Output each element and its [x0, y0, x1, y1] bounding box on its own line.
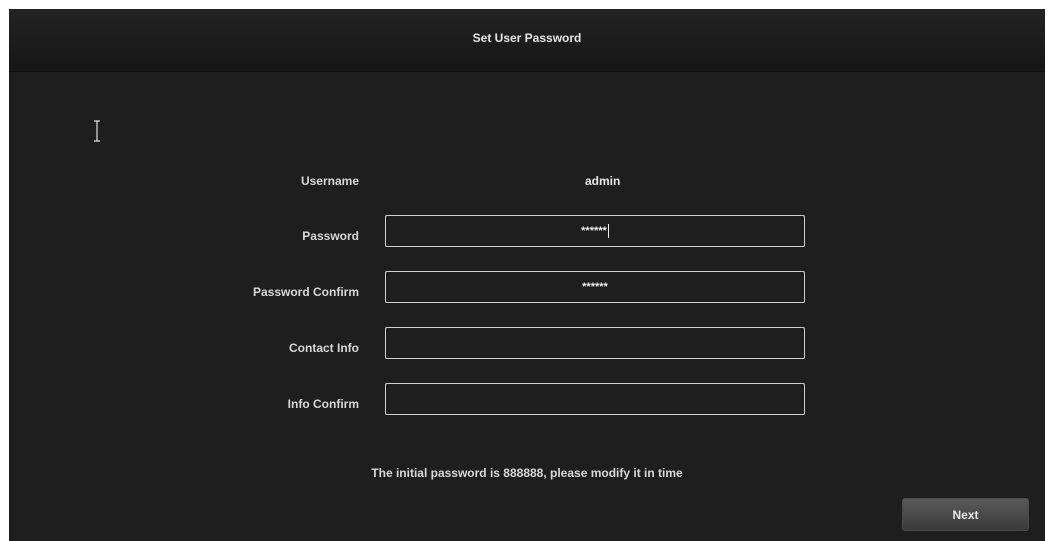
password-confirm-field[interactable]: ******: [385, 271, 805, 303]
password-confirm-value: ******: [582, 281, 608, 293]
set-user-password-dialog: Set User Password Username admin Passwor…: [9, 9, 1045, 541]
dialog-title: Set User Password: [472, 31, 582, 45]
password-field[interactable]: ******: [385, 215, 805, 247]
password-confirm-label: Password Confirm: [252, 285, 359, 299]
info-confirm-field[interactable]: [385, 383, 805, 415]
contact-info-label: Contact Info: [289, 341, 359, 355]
text-caret: [607, 224, 609, 239]
info-confirm-label: Info Confirm: [287, 397, 359, 411]
username-value: admin: [585, 174, 621, 188]
password-value: ******: [581, 225, 607, 237]
dialog-titlebar: Set User Password: [9, 9, 1045, 72]
contact-info-field[interactable]: [385, 327, 805, 359]
initial-password-notice: The initial password is 888888, please m…: [371, 466, 683, 480]
password-label: Password: [302, 229, 359, 243]
next-button[interactable]: Next: [902, 498, 1029, 531]
text-cursor-icon: [94, 120, 100, 142]
username-label: Username: [300, 174, 359, 188]
